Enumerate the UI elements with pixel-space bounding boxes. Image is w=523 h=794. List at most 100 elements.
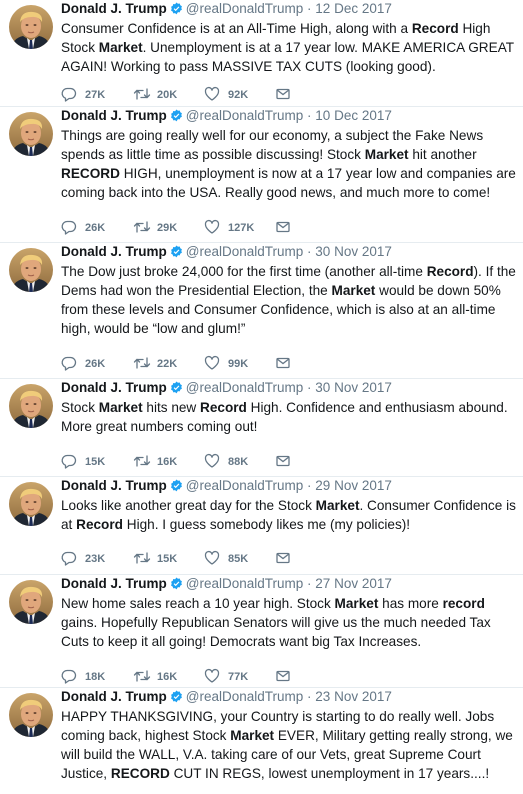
tweet-header: Donald J. Trump @realDonaldTrump · 27 Nov… xyxy=(61,575,517,593)
verified-badge-icon xyxy=(170,479,183,497)
retweet-count: 16K xyxy=(157,671,178,683)
avatar[interactable] xyxy=(9,384,53,428)
tweet-text-emphasis: Market xyxy=(334,596,379,611)
tweet-text-emphasis: Record xyxy=(426,264,474,279)
reply-count: 26K xyxy=(85,358,106,370)
avatar[interactable] xyxy=(9,248,53,292)
avatar[interactable] xyxy=(9,693,53,737)
tweet-text-emphasis: Market xyxy=(331,283,376,298)
tweet-text: The Dow just broke 24,000 for the first … xyxy=(61,262,517,338)
tweet-text-emphasis: Market xyxy=(315,498,360,513)
tweet[interactable]: Donald J. Trump @realDonaldTrump · 29 Nov… xyxy=(0,477,523,575)
retweet-count: 20K xyxy=(157,89,178,101)
tweet-text-emphasis: RECORD xyxy=(61,166,120,181)
separator-dot: · xyxy=(307,108,312,123)
display-name[interactable]: Donald J. Trump xyxy=(61,1,167,16)
user-handle[interactable]: @realDonaldTrump xyxy=(186,576,304,591)
avatar[interactable] xyxy=(9,482,53,526)
tweet-header: Donald J. Trump @realDonaldTrump · 12 Dec… xyxy=(61,0,517,18)
tweet-text-emphasis: RECORD xyxy=(110,766,170,781)
tweet-text: Things are going really well for our eco… xyxy=(61,126,517,202)
tweet-text: Stock Market hits new Record High. Confi… xyxy=(61,398,517,436)
retweet-count: 22K xyxy=(157,358,178,370)
tweet-text-segment: hit another xyxy=(408,147,477,162)
retweet-count: 29K xyxy=(157,222,178,234)
tweet-text-segment: Looks like another great day for the Sto… xyxy=(61,498,316,513)
tweet-date[interactable]: 29 Nov 2017 xyxy=(315,478,392,493)
verified-badge-icon xyxy=(170,381,183,399)
separator-dot: · xyxy=(307,1,312,16)
user-handle[interactable]: @realDonaldTrump xyxy=(186,380,304,395)
verified-badge-icon xyxy=(170,2,183,20)
user-handle[interactable]: @realDonaldTrump xyxy=(186,689,304,704)
display-name[interactable]: Donald J. Trump xyxy=(61,478,167,493)
tweet-text: Looks like another great day for the Sto… xyxy=(61,496,517,534)
tweet-actions: 26K 29K 127K xyxy=(61,219,321,235)
tweet-text-segment: has more xyxy=(378,596,443,611)
tweet-date[interactable]: 27 Nov 2017 xyxy=(315,576,392,591)
display-name[interactable]: Donald J. Trump xyxy=(61,108,167,123)
avatar[interactable] xyxy=(9,580,53,624)
tweet-header: Donald J. Trump @realDonaldTrump · 10 Dec… xyxy=(61,107,517,125)
tweet-text-segment: CUT IN REGS, lowest unemployment in 17 y… xyxy=(169,766,490,781)
tweet-text-emphasis: Market xyxy=(364,147,409,162)
tweet-text-segment: The Dow just broke 24,000 for the first … xyxy=(61,264,427,279)
tweet-header: Donald J. Trump @realDonaldTrump · 30 Nov… xyxy=(61,243,517,261)
retweet-count: 15K xyxy=(157,553,178,565)
like-count: 92K xyxy=(228,89,249,101)
tweet-content: Donald J. Trump @realDonaldTrump · 12 Dec… xyxy=(61,0,517,76)
tweet[interactable]: Donald J. Trump @realDonaldTrump · 10 Dec… xyxy=(0,107,523,243)
verified-badge-icon xyxy=(170,690,183,708)
display-name[interactable]: Donald J. Trump xyxy=(61,576,167,591)
display-name[interactable]: Donald J. Trump xyxy=(61,244,167,259)
tweet-text-segment: High. I guess somebody likes me (my poli… xyxy=(122,517,411,532)
reply-count: 26K xyxy=(85,222,106,234)
tweet-date[interactable]: 30 Nov 2017 xyxy=(315,380,392,395)
tweet-text-emphasis: Market xyxy=(98,400,143,415)
separator-dot: · xyxy=(307,380,312,395)
tweet-text-emphasis: record xyxy=(442,596,485,611)
tweet-text-emphasis: Record xyxy=(411,21,459,36)
like-count: 99K xyxy=(228,358,249,370)
tweet-actions: 18K 16K 77K xyxy=(61,668,321,684)
user-handle[interactable]: @realDonaldTrump xyxy=(186,1,304,16)
tweet[interactable]: Donald J. Trump @realDonaldTrump · 27 Nov… xyxy=(0,575,523,688)
avatar[interactable] xyxy=(9,5,53,49)
tweet-text-segment: New home sales reach a 10 year high. Sto… xyxy=(61,596,335,611)
tweet[interactable]: Donald J. Trump @realDonaldTrump · 23 Nov… xyxy=(0,688,523,794)
avatar[interactable] xyxy=(9,112,53,156)
display-name[interactable]: Donald J. Trump xyxy=(61,689,167,704)
user-handle[interactable]: @realDonaldTrump xyxy=(186,478,304,493)
tweet-content: Donald J. Trump @realDonaldTrump · 27 Nov… xyxy=(61,575,517,651)
tweet[interactable]: Donald J. Trump @realDonaldTrump · 12 Dec… xyxy=(0,0,523,107)
tweet-content: Donald J. Trump @realDonaldTrump · 30 Nov… xyxy=(61,379,517,436)
tweet-header: Donald J. Trump @realDonaldTrump · 23 Nov… xyxy=(61,688,517,706)
tweet-date[interactable]: 30 Nov 2017 xyxy=(315,244,392,259)
tweet-text-segment: Consumer Confidence is at an All-Time Hi… xyxy=(61,21,412,36)
tweet-text-segment: hits new xyxy=(142,400,201,415)
tweet-actions: 15K 16K 88K xyxy=(61,453,321,469)
reply-count: 23K xyxy=(85,553,106,565)
tweet[interactable]: Donald J. Trump @realDonaldTrump · 30 Nov… xyxy=(0,243,523,379)
user-handle[interactable]: @realDonaldTrump xyxy=(186,244,304,259)
verified-badge-icon xyxy=(170,109,183,127)
tweet-actions: 26K 22K 99K xyxy=(61,355,321,371)
tweet-date[interactable]: 10 Dec 2017 xyxy=(315,108,392,123)
separator-dot: · xyxy=(307,576,312,591)
tweet-text-segment: HIGH, unemployment is now at a 17 year l… xyxy=(61,166,516,200)
tweet-content: Donald J. Trump @realDonaldTrump · 23 Nov… xyxy=(61,688,517,783)
tweet-text-segment: gains. Hopefully Republican Senators wil… xyxy=(61,615,491,649)
tweet-date[interactable]: 12 Dec 2017 xyxy=(315,1,392,16)
tweet-content: Donald J. Trump @realDonaldTrump · 10 Dec… xyxy=(61,107,517,202)
tweet-header: Donald J. Trump @realDonaldTrump · 29 Nov… xyxy=(61,477,517,495)
display-name[interactable]: Donald J. Trump xyxy=(61,380,167,395)
tweet-text: Consumer Confidence is at an All-Time Hi… xyxy=(61,19,517,76)
tweet[interactable]: Donald J. Trump @realDonaldTrump · 30 Nov… xyxy=(0,379,523,477)
tweet-content: Donald J. Trump @realDonaldTrump · 30 Nov… xyxy=(61,243,517,338)
like-count: 77K xyxy=(228,671,249,683)
tweet-date[interactable]: 23 Nov 2017 xyxy=(315,689,392,704)
separator-dot: · xyxy=(307,478,312,493)
tweet-text-segment: Stock xyxy=(61,400,99,415)
verified-badge-icon xyxy=(170,577,183,595)
user-handle[interactable]: @realDonaldTrump xyxy=(186,108,304,123)
